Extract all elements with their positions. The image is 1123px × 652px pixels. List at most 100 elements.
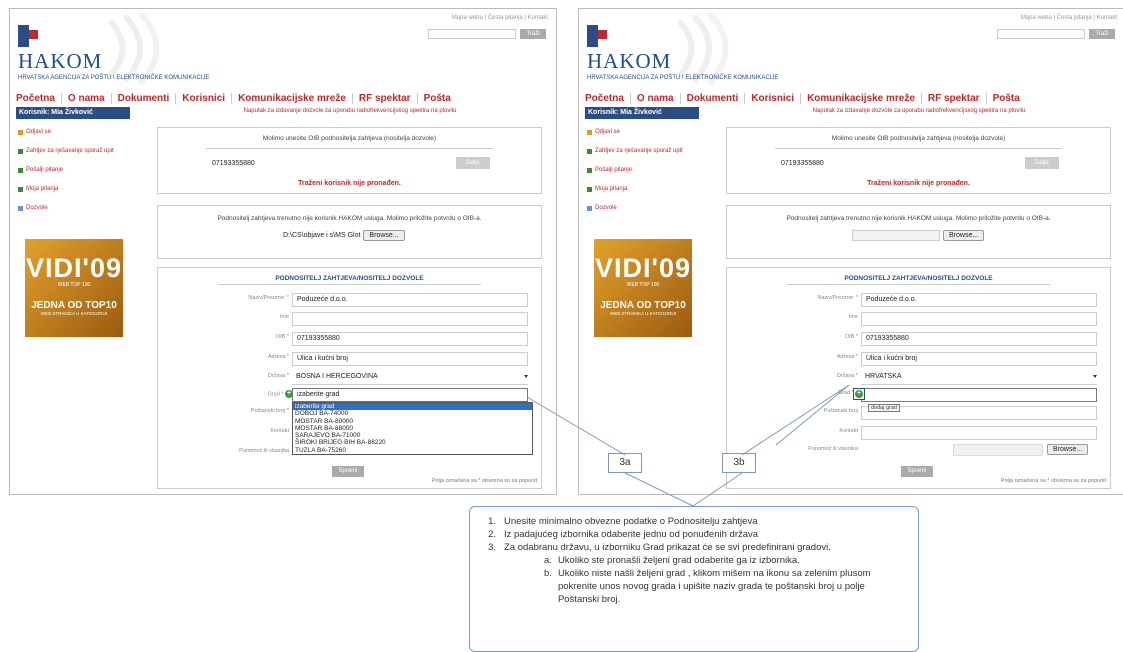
- vidi-banner[interactable]: VIDI'09 WEB TOP 100 JEDNA OD TOP10 WEB S…: [594, 239, 692, 337]
- ime-input[interactable]: [861, 312, 1097, 326]
- nav-item-korisnici[interactable]: Korisnici: [176, 93, 233, 104]
- browse-button[interactable]: Browse...: [1047, 444, 1089, 455]
- sidebar-item-moja-pitanja[interactable]: Moja pitanja: [18, 186, 114, 205]
- form-title: PODNOSITELJ ZAHTJEVA/NOSITELJ DOZVOLE: [275, 275, 424, 282]
- oib-input[interactable]: 07193355880: [208, 158, 450, 169]
- oib-field[interactable]: 07193355880: [292, 332, 528, 346]
- upload-message: Podnositelj zahtjeva trenutno nije koris…: [786, 215, 1051, 222]
- nav-item-komunikacijske-mreze[interactable]: Komunikacijske mreže: [801, 93, 922, 104]
- dropdown-option[interactable]: MOSTAR BA-88000: [293, 425, 532, 432]
- nav-item-rf-spektar[interactable]: RF spektar: [922, 93, 987, 104]
- save-button[interactable]: Spremi: [901, 466, 933, 477]
- grad-select[interactable]: izaberite grad: [292, 388, 528, 402]
- drzava-select[interactable]: HRVATSKA: [861, 371, 1097, 385]
- person-icon: [18, 187, 23, 192]
- brand-name: HAKOM: [587, 49, 672, 73]
- banner-line2: WEB STRANICA U KATEGORIJI: [609, 311, 677, 316]
- top-links[interactable]: Mapa weba | Česta pitanja | Kontakt: [1021, 15, 1117, 21]
- grad-input[interactable]: [861, 388, 1097, 402]
- oib-field[interactable]: 07193355880: [861, 332, 1097, 346]
- hakom-logo[interactable]: HAKOM HRVATSKA AGENCIJA ZA POŠTU I ELEKT…: [587, 25, 778, 81]
- next-button[interactable]: Dalje: [1025, 157, 1059, 169]
- label-ime: Ime: [279, 314, 289, 320]
- nav-item-pocetna[interactable]: Početna: [16, 93, 62, 104]
- user-bar: Korisnik: Mia Živković: [585, 107, 699, 119]
- sidebar-item-odjava[interactable]: Odjavi se: [587, 129, 683, 148]
- label-grad: Grad * +: [267, 390, 293, 398]
- label-ime: Ime: [848, 314, 858, 320]
- top-links[interactable]: Mapa weba | Česta pitanja | Kontakt: [452, 15, 548, 21]
- logout-icon: [587, 130, 592, 135]
- nav-item-korisnici[interactable]: Korisnici: [745, 93, 802, 104]
- browse-button[interactable]: Browse...: [943, 230, 985, 241]
- file-path-input[interactable]: [852, 230, 940, 241]
- search-input[interactable]: [428, 29, 516, 39]
- nav-item-rf-spektar[interactable]: RF spektar: [353, 93, 418, 104]
- instruction-subitem: b. Ukoliko niste našli željeni grad , kli…: [544, 568, 871, 605]
- kontakt-input[interactable]: [861, 426, 1097, 440]
- search-button[interactable]: Traži: [1089, 29, 1115, 39]
- label-punomoc: Punomoć ili vlasnika: [239, 448, 289, 454]
- nav-item-o-nama[interactable]: O nama: [62, 93, 112, 104]
- dropdown-option[interactable]: ŠIROKI BRIJEG BIH BA-88220: [293, 439, 532, 446]
- oib-box-title: Molimo unesite OIB podnositelja zahtjeva…: [262, 135, 437, 142]
- sidebar-item-zahtjev[interactable]: Zahtjev za rješavanje sporaž upit: [18, 148, 114, 167]
- required-note: Polja označena sa * obvezna su za popuni…: [1000, 478, 1106, 484]
- tooltip: dodaj grad: [868, 404, 900, 412]
- city-dropdown-list: izaberite grad DOBOJ BA-74000 MOSTAR BA-…: [292, 402, 533, 456]
- label-oib: OIB *: [275, 334, 289, 340]
- person-icon: [587, 168, 592, 173]
- hakom-logo[interactable]: HAKOM HRVATSKA AGENCIJA ZA POŠTU I ELEKT…: [18, 25, 209, 81]
- sidebar-item-posalji[interactable]: Pošalji pitanje: [18, 167, 114, 186]
- nav-item-o-nama[interactable]: O nama: [631, 93, 681, 104]
- add-city-button[interactable]: +: [853, 388, 865, 400]
- brand-name: HAKOM: [18, 49, 103, 73]
- adresa-input[interactable]: Ulica i kućni broj: [861, 352, 1097, 366]
- upload-box: Podnositelj zahtjeva trenutno nije koris…: [726, 205, 1111, 259]
- next-button[interactable]: Dalje: [456, 157, 490, 169]
- file-picker: D:\CS\objave i s\MS Glot Browse...: [283, 230, 405, 241]
- form-title: PODNOSITELJ ZAHTJEVA/NOSITELJ DOZVOLE: [844, 275, 993, 282]
- notice-link[interactable]: Naputak za izdavanje dozvole za uporabu …: [729, 108, 1109, 114]
- nav-item-komunikacijske-mreze[interactable]: Komunikacijske mreže: [232, 93, 353, 104]
- nav-item-dokumenti[interactable]: Dokumenti: [681, 93, 746, 104]
- screenshot-panel-a: HAKOM HRVATSKA AGENCIJA ZA POŠTU I ELEKT…: [9, 8, 557, 495]
- naziv-input[interactable]: Poduzeće d.o.o.: [292, 293, 528, 307]
- file-path: D:\CS\objave i s\MS Glot: [283, 232, 361, 239]
- vidi-banner[interactable]: VIDI'09 WEB TOP 100 JEDNA OD TOP10 WEB S…: [25, 239, 123, 337]
- sidebar: Odjavi se Zahtjev za rješavanje sporaž u…: [18, 129, 114, 224]
- dropdown-option[interactable]: DOBOJ BA-74000: [293, 410, 532, 417]
- document-icon: [587, 206, 592, 211]
- instruction-item: 1. Unesite minimalno obvezne podatke o Po…: [488, 516, 758, 527]
- naziv-input[interactable]: Poduzeće d.o.o.: [861, 293, 1097, 307]
- sidebar-item-dozvole[interactable]: Dozvole: [18, 205, 114, 224]
- dropdown-option[interactable]: izaberite grad: [293, 403, 532, 411]
- dropdown-option[interactable]: MOSTAR BA-80000: [293, 418, 532, 425]
- browse-button[interactable]: Browse...: [363, 230, 405, 241]
- nav-item-posta[interactable]: Pošta: [987, 93, 1026, 104]
- sidebar-item-moja-pitanja[interactable]: Moja pitanja: [587, 186, 683, 205]
- search-input[interactable]: [997, 29, 1085, 39]
- nav-item-pocetna[interactable]: Početna: [585, 93, 631, 104]
- sidebar-item-odjava[interactable]: Odjavi se: [18, 129, 114, 148]
- nav-item-posta[interactable]: Pošta: [418, 93, 457, 104]
- dropdown-option[interactable]: TUZLA BA-75260: [293, 447, 532, 454]
- main-nav: Početna O nama Dokumenti Korisnici Komun…: [16, 93, 457, 104]
- person-icon: [587, 149, 592, 154]
- nav-item-dokumenti[interactable]: Dokumenti: [112, 93, 177, 104]
- save-button[interactable]: Spremi: [332, 466, 364, 477]
- punomoc-file-input[interactable]: [953, 444, 1043, 456]
- callout-3b: 3b: [722, 453, 756, 473]
- drzava-select[interactable]: BOSNA I HERCEGOVINA: [292, 371, 528, 385]
- ime-input[interactable]: [292, 312, 528, 326]
- instruction-subitem: a. Ukoliko ste pronašli željeni grad odab…: [544, 555, 800, 566]
- label-grad: Grad *: [838, 390, 854, 396]
- sidebar-item-posalji[interactable]: Pošalji pitanje: [587, 167, 683, 186]
- notice-link[interactable]: Naputak za izdavanje dozvole za uporabu …: [160, 108, 540, 114]
- search-button[interactable]: Traži: [520, 29, 546, 39]
- sidebar-item-zahtjev[interactable]: Zahtjev za rješavanje sporaž upit: [587, 148, 683, 167]
- sidebar-item-dozvole[interactable]: Dozvole: [587, 205, 683, 224]
- oib-input[interactable]: 07193355880: [777, 158, 1019, 169]
- label-adresa: Adresa *: [267, 354, 289, 360]
- adresa-input[interactable]: Ulica i kućni broj: [292, 352, 528, 366]
